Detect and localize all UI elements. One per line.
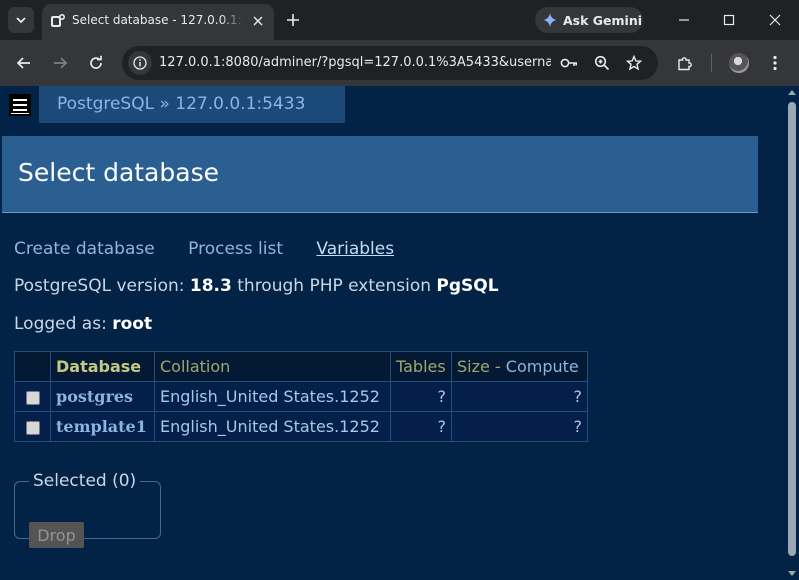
plus-icon bbox=[287, 14, 299, 26]
ask-gemini-button[interactable]: Ask Gemini bbox=[535, 7, 643, 33]
url-text[interactable]: 127.0.0.1:8080/adminer/?pgsql=127.0.0.1%… bbox=[159, 55, 551, 70]
password-key-icon[interactable] bbox=[560, 54, 578, 72]
tables-cell: ? bbox=[390, 411, 452, 442]
process-list-link[interactable]: Process list bbox=[188, 239, 283, 259]
size-header-separator: - bbox=[489, 357, 506, 376]
database-table: Database Collation Tables Size - Compute… bbox=[14, 351, 588, 442]
page-header: Select database bbox=[2, 136, 758, 213]
version-prefix: PostgreSQL version: bbox=[14, 276, 190, 296]
page-content: PostgreSQL » 127.0.0.1:5433 Select datab… bbox=[0, 86, 799, 580]
arrow-right-icon bbox=[54, 57, 68, 69]
size-column-header: Size - Compute bbox=[451, 351, 588, 382]
chevron-down-icon bbox=[16, 17, 26, 24]
tab-close-icon[interactable] bbox=[250, 13, 266, 29]
puzzle-icon bbox=[678, 57, 692, 71]
variables-link[interactable]: Variables bbox=[316, 239, 394, 259]
login-info: Logged as: root bbox=[14, 314, 152, 334]
row-checkbox-cell bbox=[14, 381, 51, 412]
php-extension-name: PgSQL bbox=[436, 276, 499, 296]
address-bar[interactable]: 127.0.0.1:8080/adminer/?pgsql=127.0.0.1%… bbox=[122, 46, 658, 80]
row-checkbox-cell bbox=[14, 411, 51, 442]
browser-toolbar: 127.0.0.1:8080/adminer/?pgsql=127.0.0.1%… bbox=[0, 40, 799, 86]
maximize-window-button[interactable] bbox=[717, 8, 741, 32]
forward-button[interactable] bbox=[47, 50, 73, 76]
hamburger-menu-icon[interactable] bbox=[9, 94, 31, 116]
row-checkbox[interactable] bbox=[25, 420, 40, 435]
collation-cell: English_United States.1252 bbox=[154, 381, 391, 412]
reload-button[interactable] bbox=[83, 50, 109, 76]
browser-tab-bar: Select database - 127.0.0.1:5433 Ask Gem… bbox=[0, 0, 799, 40]
vertical-scrollbar[interactable] bbox=[785, 86, 799, 580]
database-name-link[interactable]: template1 bbox=[50, 411, 155, 442]
logged-as-prefix: Logged as: bbox=[14, 314, 113, 334]
reload-icon bbox=[90, 55, 102, 69]
scrollbar-thumb[interactable] bbox=[788, 102, 796, 556]
version-info: PostgreSQL version: 18.3 through PHP ext… bbox=[14, 276, 499, 296]
extensions-button[interactable] bbox=[672, 50, 698, 76]
row-checkbox[interactable] bbox=[25, 390, 40, 405]
create-database-link[interactable]: Create database bbox=[14, 239, 155, 259]
size-cell: ? bbox=[451, 381, 588, 412]
collation-column-header: Collation bbox=[154, 351, 391, 382]
select-all-header bbox=[14, 351, 51, 382]
selected-fieldset: Selected (0) Drop bbox=[14, 471, 161, 548]
browser-menu-button[interactable] bbox=[762, 50, 788, 76]
ask-gemini-label: Ask Gemini bbox=[563, 12, 643, 28]
table-row: postgres English_United States.1252 ? ? bbox=[14, 381, 588, 412]
size-header-label: Size bbox=[457, 357, 490, 376]
bookmark-star-icon[interactable] bbox=[625, 54, 643, 72]
tables-cell: ? bbox=[390, 381, 452, 412]
gemini-sparkle-icon bbox=[543, 13, 557, 27]
scroll-up-arrow-icon[interactable] bbox=[788, 90, 796, 95]
site-info-button[interactable] bbox=[128, 51, 152, 75]
page-title: Select database bbox=[18, 158, 219, 187]
close-icon bbox=[769, 14, 781, 26]
profile-avatar[interactable] bbox=[729, 53, 749, 73]
tables-column-header: Tables bbox=[390, 351, 452, 382]
size-cell: ? bbox=[451, 411, 588, 442]
database-column-header: Database bbox=[50, 351, 155, 382]
minimize-icon bbox=[679, 19, 689, 21]
logged-user: root bbox=[112, 314, 153, 334]
minimize-window-button[interactable] bbox=[672, 8, 696, 32]
action-links: Create database Process list Variables bbox=[14, 239, 422, 259]
adminer-favicon-icon bbox=[50, 13, 66, 29]
collation-cell: English_United States.1252 bbox=[154, 411, 391, 442]
database-name-link[interactable]: postgres bbox=[50, 381, 155, 412]
compute-size-link[interactable]: Compute bbox=[506, 357, 579, 376]
toolbar-separator bbox=[711, 54, 712, 72]
tab-title: Select database - 127.0.0.1:5433 bbox=[72, 13, 244, 27]
version-number: 18.3 bbox=[189, 276, 232, 296]
zoom-icon[interactable] bbox=[593, 54, 611, 72]
new-tab-button[interactable] bbox=[282, 9, 304, 31]
tab-search-button[interactable] bbox=[8, 7, 34, 33]
maximize-icon bbox=[723, 14, 735, 26]
scroll-down-arrow-icon[interactable] bbox=[788, 571, 796, 576]
breadcrumb[interactable]: PostgreSQL » 127.0.0.1:5433 bbox=[39, 86, 345, 123]
drop-button[interactable]: Drop bbox=[29, 522, 84, 548]
table-header-row: Database Collation Tables Size - Compute bbox=[14, 351, 588, 382]
arrow-left-icon bbox=[16, 57, 30, 69]
close-window-button[interactable] bbox=[763, 8, 787, 32]
back-button[interactable] bbox=[11, 50, 37, 76]
selected-legend: Selected (0) bbox=[33, 471, 137, 491]
table-row: template1 English_United States.1252 ? ? bbox=[14, 411, 588, 442]
kebab-menu-icon bbox=[773, 55, 777, 71]
info-icon bbox=[133, 56, 147, 70]
browser-tab-active[interactable]: Select database - 127.0.0.1:5433 bbox=[42, 4, 274, 40]
version-middle: through PHP extension bbox=[231, 276, 437, 296]
